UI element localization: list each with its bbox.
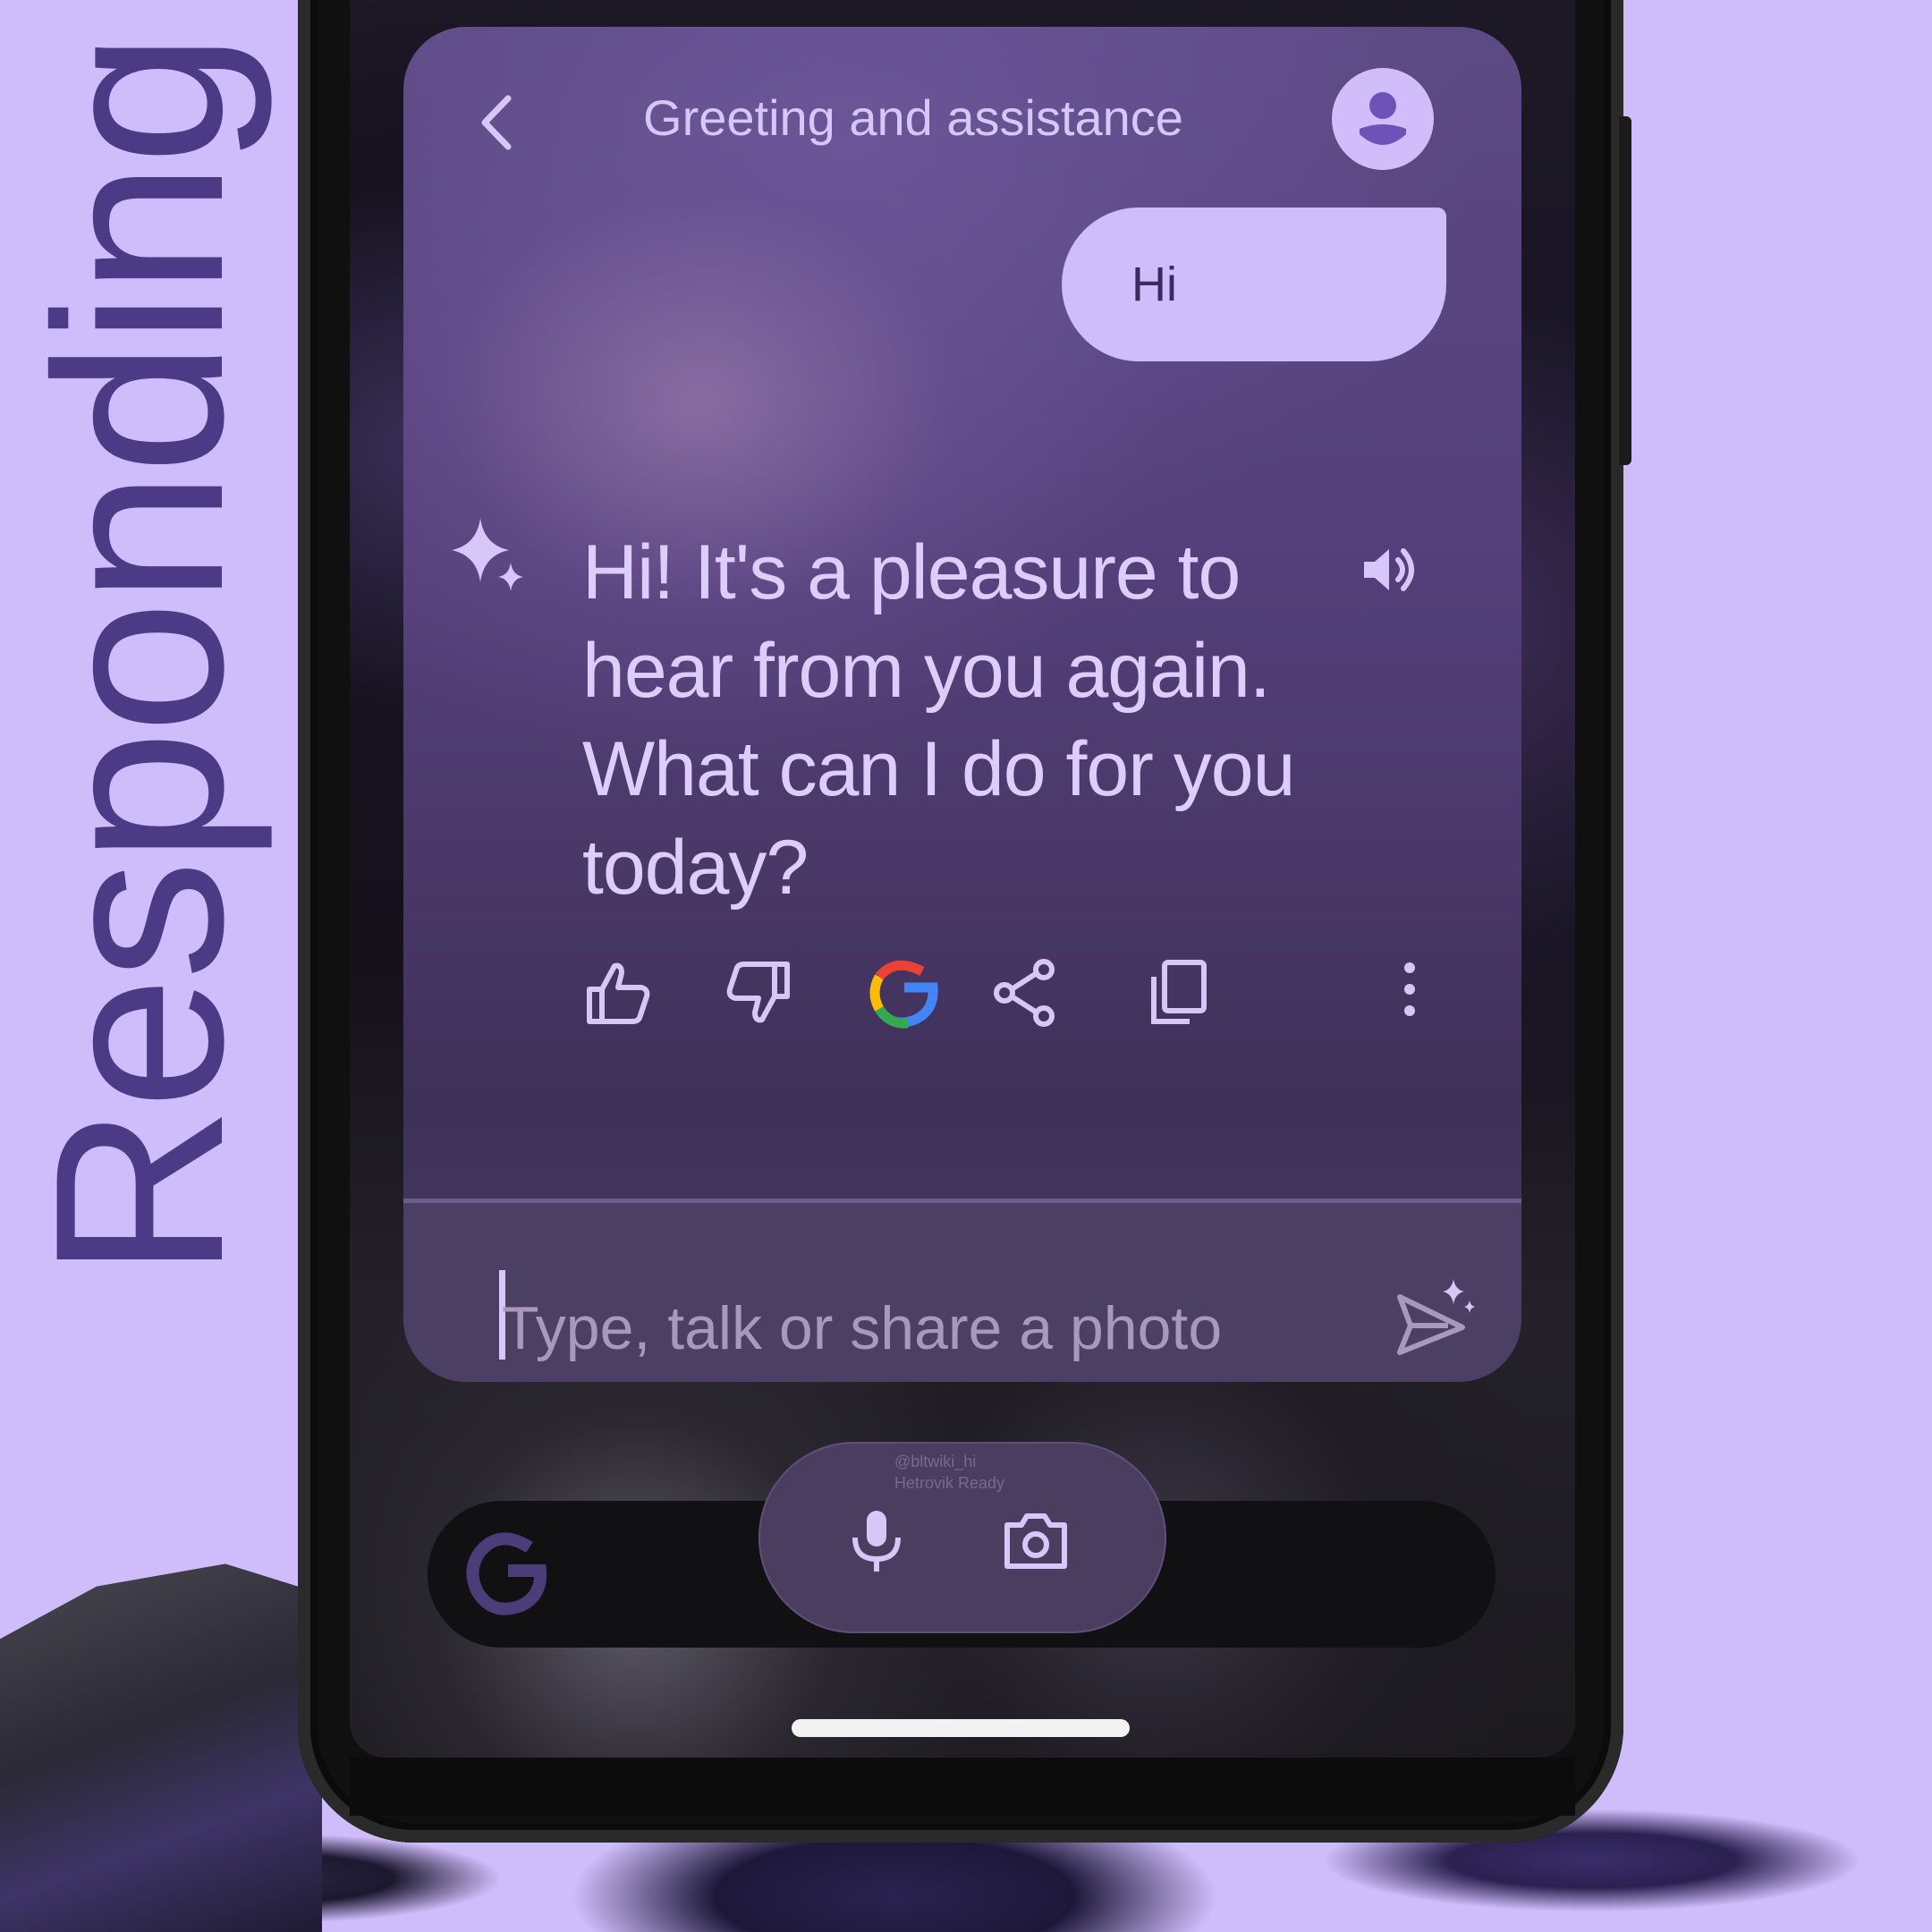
crystal-rocks-left-decoration bbox=[0, 1563, 322, 1932]
assistant-response-text: Hi! It's a pleasure to hear from you aga… bbox=[582, 530, 1295, 911]
microphone-icon[interactable] bbox=[843, 1507, 911, 1575]
share-icon[interactable] bbox=[990, 957, 1062, 1029]
conversation-title: Greeting and assistance bbox=[643, 89, 1183, 146]
send-icon[interactable] bbox=[1394, 1279, 1475, 1360]
watermark-line-1: @bltwiki_hi bbox=[894, 1453, 977, 1470]
account-avatar[interactable] bbox=[1332, 68, 1434, 170]
user-message-bubble: Hi bbox=[1062, 208, 1446, 361]
phone-bottom-bezel bbox=[350, 1758, 1575, 1816]
copy-icon[interactable] bbox=[1141, 957, 1213, 1029]
speaker-icon[interactable] bbox=[1359, 538, 1421, 601]
person-icon bbox=[1360, 92, 1406, 145]
camera-icon[interactable] bbox=[1002, 1507, 1070, 1575]
watermark-line-2: Hetrovik Ready bbox=[894, 1474, 1005, 1492]
watermark-text: @bltwiki_hi Hetrovik Ready bbox=[894, 1451, 1004, 1494]
user-message-text: Hi bbox=[1131, 258, 1177, 311]
thumbs-up-icon[interactable] bbox=[582, 957, 654, 1029]
google-search-icon[interactable] bbox=[869, 957, 940, 1029]
home-indicator[interactable] bbox=[792, 1719, 1130, 1737]
side-title: Responding bbox=[4, 35, 273, 1279]
chevron-left-icon bbox=[481, 95, 512, 150]
more-vert-icon[interactable] bbox=[1374, 957, 1445, 1029]
prompt-input[interactable]: Type, talk or share a photo bbox=[502, 1279, 1289, 1377]
back-button[interactable] bbox=[466, 91, 529, 154]
sparkle-icon bbox=[452, 518, 523, 591]
thumbs-down-icon[interactable] bbox=[723, 957, 794, 1029]
google-logo-icon[interactable] bbox=[465, 1531, 551, 1617]
assistant-panel: Greeting and assistance Hi Hi! It's a pl… bbox=[403, 27, 1521, 1382]
phone-side-button bbox=[1619, 116, 1631, 465]
